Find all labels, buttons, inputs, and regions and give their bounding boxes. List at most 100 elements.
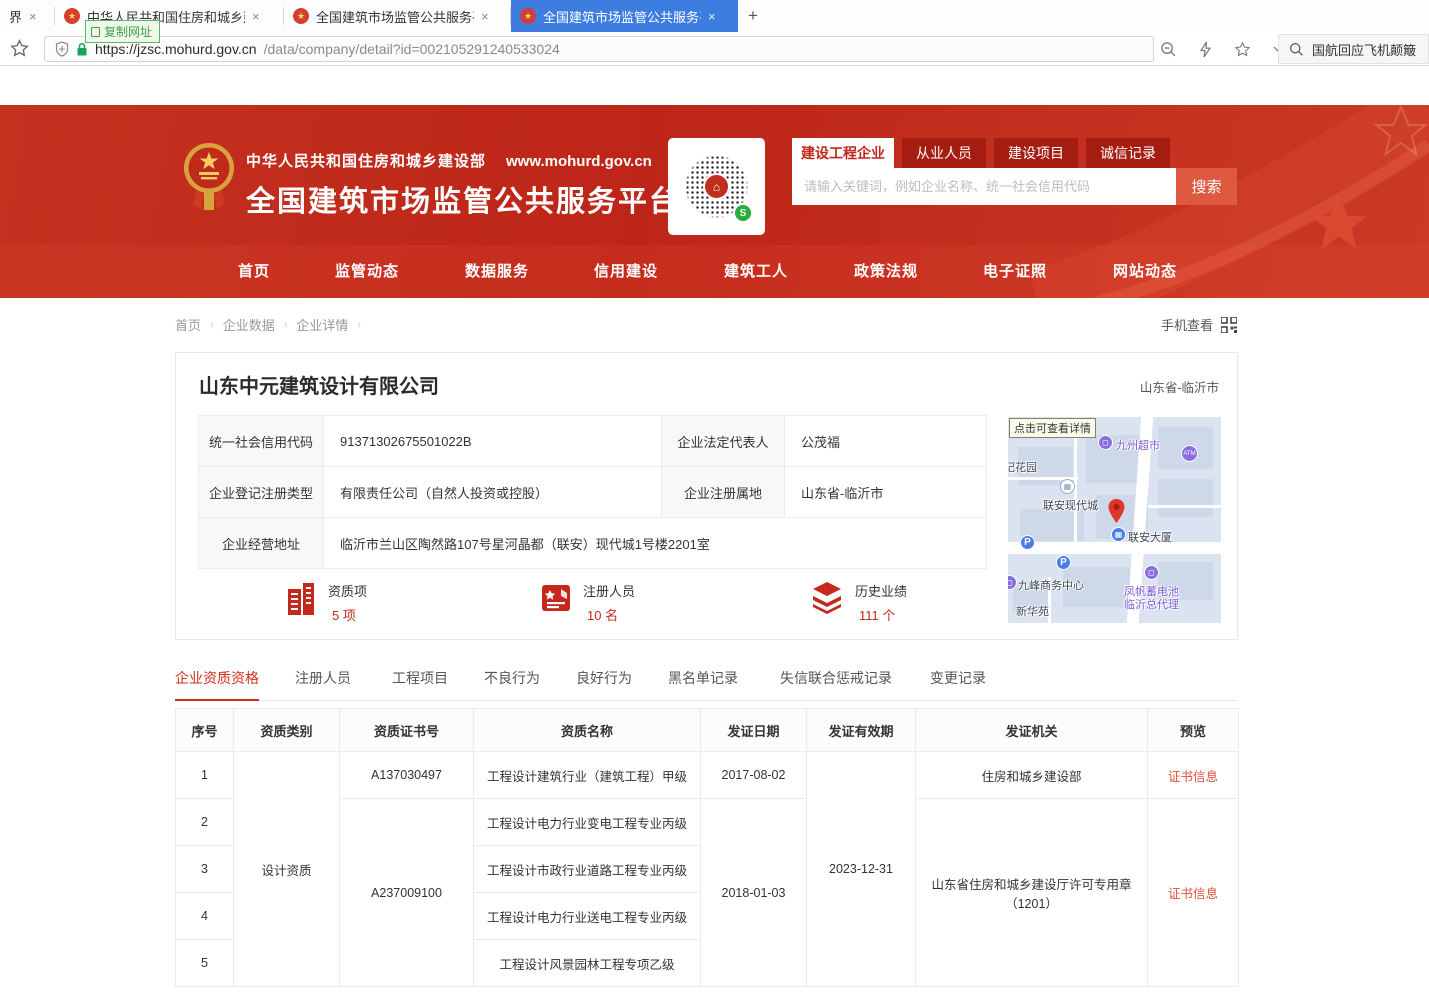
cell-valid-until: 2023-12-31 <box>807 752 916 987</box>
copy-url-tooltip: 复制网址 <box>85 20 160 43</box>
nav-item-home[interactable]: 首页 <box>238 260 270 281</box>
cell-name: 工程设计风景园林工程专项乙级 <box>474 940 701 987</box>
tab-change-records[interactable]: 变更记录 <box>930 668 986 699</box>
tab-good-behavior[interactable]: 良好行为 <box>576 668 632 699</box>
reg-type-value: 有限责任公司（自然人投资或控股） <box>324 467 662 518</box>
cell-issue-date: 2018-01-03 <box>701 799 807 987</box>
certificate-icon <box>539 581 573 615</box>
search-tab-project[interactable]: 建设项目 <box>994 138 1078 168</box>
tab-blacklist[interactable]: 黑名单记录 <box>668 668 738 699</box>
browser-tab-3[interactable]: ★ 全国建筑市场监管公共服务平台 × <box>284 0 510 32</box>
map-label-lianan-tower: 联安大厦 <box>1128 529 1172 545</box>
credit-code-label: 统一社会信用代码 <box>199 416 324 467</box>
nav-item-credit[interactable]: 信用建设 <box>594 260 658 281</box>
close-icon[interactable]: × <box>29 9 37 24</box>
browser-tab-1[interactable]: 界 × <box>0 0 54 32</box>
keyword-search-input[interactable] <box>792 168 1176 205</box>
stat-value: 10 名 <box>583 605 635 624</box>
nav-item-data-service[interactable]: 数据服务 <box>465 260 529 281</box>
cell-cert-no: A137030497 <box>340 752 474 799</box>
search-tab-credit[interactable]: 诚信记录 <box>1086 138 1170 168</box>
building-icon <box>284 581 318 617</box>
col-name: 资质名称 <box>474 709 701 752</box>
browser-search-box[interactable]: 国航回应飞机颠簸 <box>1278 34 1429 64</box>
nav-item-site-news[interactable]: 网站动态 <box>1113 260 1177 281</box>
tab-title: 全国建筑市场监管公共服务平台 <box>316 7 474 26</box>
bookmark-star-icon[interactable] <box>10 39 29 58</box>
breadcrumb: 首页 › 企业数据 › 企业详情 › <box>175 315 361 334</box>
map-label-jiufeng: 九峰商务中心 <box>1018 577 1084 593</box>
emblem-favicon-icon: ★ <box>520 8 536 24</box>
shield-icon <box>55 41 69 57</box>
reg-type-label: 企业登记注册类型 <box>199 467 324 518</box>
breadcrumb-home[interactable]: 首页 <box>175 315 201 334</box>
certificate-info-link[interactable]: 证书信息 <box>1168 770 1218 784</box>
cell-no: 1 <box>176 752 234 799</box>
company-location-map[interactable]: 点击可查看详情 ◻ 九州超市 ATM 记花园 ▦ 联安现代城 ▦ 联安大厦 P … <box>1008 417 1221 623</box>
cell-name: 工程设计电力行业变电工程专业丙级 <box>474 799 701 846</box>
battery-poi-icon: ◻ <box>1144 565 1159 580</box>
copy-url-label: 复制网址 <box>104 23 152 40</box>
cell-name: 工程设计建筑行业（建筑工程）甲级 <box>474 752 701 799</box>
site-brand: 中华人民共和国住房和城乡建设部www.mohurd.gov.cn 全国建筑市场监… <box>246 150 680 220</box>
search-category-tabs: 建设工程企业 从业人员 建设项目 诚信记录 <box>792 138 1170 168</box>
search-tab-personnel[interactable]: 从业人员 <box>902 138 986 168</box>
tab-qualifications[interactable]: 企业资质资格 <box>175 668 259 701</box>
platform-title: 全国建筑市场监管公共服务平台 <box>246 178 680 220</box>
zoom-out-icon[interactable] <box>1160 41 1177 58</box>
tower-poi-icon: ▦ <box>1111 527 1126 542</box>
star-icon[interactable] <box>1234 41 1251 58</box>
search-button[interactable]: 搜索 <box>1176 168 1237 205</box>
cell-authority: 住房和城乡建设部 <box>916 752 1148 799</box>
tab-projects[interactable]: 工程项目 <box>392 668 448 699</box>
stat-label: 历史业绩 <box>855 581 907 600</box>
address-value: 临沂市兰山区陶然路107号星河晶都（联安）现代城1号楼2201室 <box>324 518 987 569</box>
building-poi-icon: ▦ <box>1060 479 1075 494</box>
stat-label: 资质项 <box>328 581 367 600</box>
col-preview: 预览 <box>1148 709 1239 752</box>
col-issue-date: 发证日期 <box>701 709 807 752</box>
map-road-minor <box>1148 505 1221 508</box>
browser-tab-active[interactable]: ★ 全国建筑市场监管公共服务平台 × <box>511 0 738 32</box>
credit-code-value: 91371302675501022B <box>324 416 662 467</box>
search-tab-enterprise[interactable]: 建设工程企业 <box>792 138 894 168</box>
lightning-icon[interactable] <box>1199 41 1212 58</box>
map-label-supermarket: 九州超市 <box>1116 437 1160 453</box>
certificate-info-link[interactable]: 证书信息 <box>1168 887 1218 901</box>
company-info-table: 统一社会信用代码 91371302675501022B 企业法定代表人 公茂福 … <box>198 415 987 569</box>
emblem-favicon-icon: ★ <box>64 8 80 24</box>
breadcrumb-company-data[interactable]: 企业数据 <box>223 315 275 334</box>
new-tab-button[interactable]: + <box>738 0 768 32</box>
ministry-name: 中华人民共和国住房和城乡建设部 <box>246 153 486 170</box>
stat-value: 5 项 <box>328 605 367 624</box>
mobile-view-button[interactable]: 手机查看 <box>1161 315 1237 334</box>
mobile-view-label: 手机查看 <box>1161 315 1213 334</box>
stat-value: 111 个 <box>855 605 907 624</box>
close-icon[interactable]: × <box>708 9 716 24</box>
lock-icon <box>76 42 88 57</box>
nav-item-e-license[interactable]: 电子证照 <box>983 260 1047 281</box>
address-label: 企业经营地址 <box>199 518 324 569</box>
detail-tab-bar: 企业资质资格 注册人员 工程项目 不良行为 良好行为 黑名单记录 失信联合惩戒记… <box>175 665 1238 701</box>
nav-item-supervision[interactable]: 监管动态 <box>335 260 399 281</box>
tab-title: 全国建筑市场监管公共服务平台 <box>543 7 701 26</box>
tab-bad-behavior[interactable]: 不良行为 <box>484 668 540 699</box>
cell-no: 3 <box>176 846 234 893</box>
nav-item-policy[interactable]: 政策法规 <box>854 260 918 281</box>
close-icon[interactable]: × <box>252 9 260 24</box>
legal-rep-label: 企业法定代表人 <box>662 416 785 467</box>
col-cert-no: 资质证书号 <box>340 709 474 752</box>
qr-glyph-icon <box>1221 317 1237 333</box>
close-icon[interactable]: × <box>481 9 489 24</box>
tab-dishonesty-records[interactable]: 失信联合惩戒记录 <box>780 668 892 699</box>
parking-icon: P <box>1056 555 1071 570</box>
main-nav: 首页 监管动态 数据服务 信用建设 建筑工人 政策法规 电子证照 网站动态 <box>0 245 1429 298</box>
supermarket-poi-icon: ◻ <box>1098 435 1113 450</box>
qr-center-logo-icon: ⌂ <box>703 173 730 200</box>
stat-label: 注册人员 <box>583 581 635 600</box>
nav-item-workers[interactable]: 建筑工人 <box>724 260 788 281</box>
tab-registered-personnel[interactable]: 注册人员 <box>295 668 351 699</box>
map-tooltip: 点击可查看详情 <box>1009 418 1096 438</box>
legal-rep-value: 公茂福 <box>785 416 987 467</box>
url-field[interactable]: https://jzsc.mohurd.gov.cn/data/company/… <box>44 36 1154 62</box>
